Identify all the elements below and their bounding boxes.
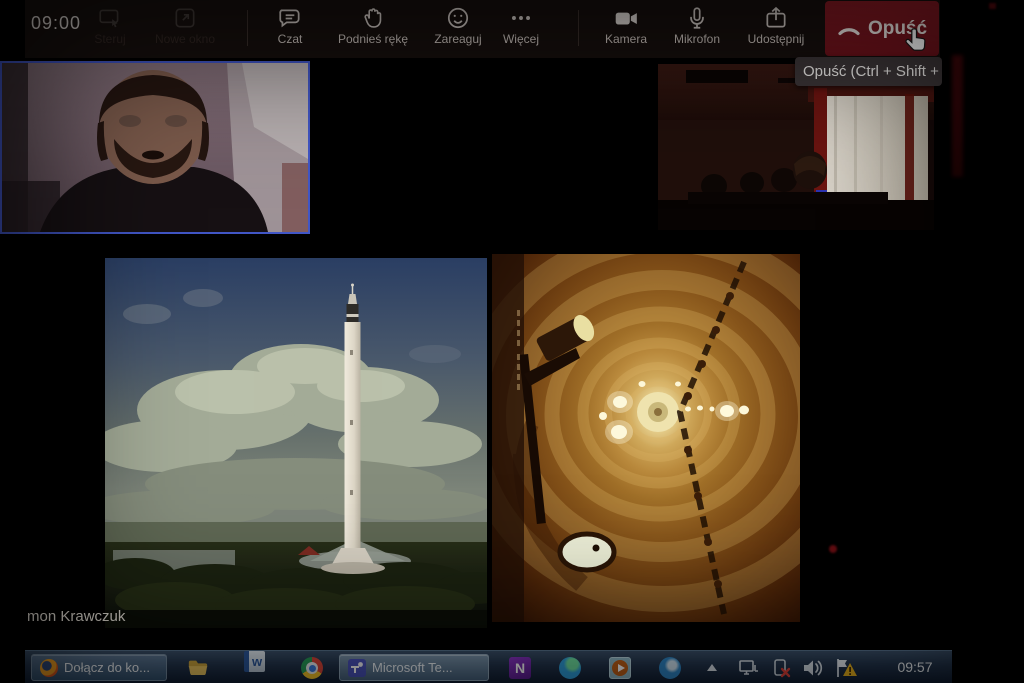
file-explorer-icon[interactable]	[187, 657, 209, 679]
media-player-icon[interactable]	[609, 657, 631, 679]
pop-out-window-icon	[172, 5, 198, 31]
presenter-name-label: mon Krawczuk	[27, 608, 125, 625]
taskbar-clock[interactable]: 09:57	[880, 659, 950, 675]
taskbar-button-teams[interactable]: Microsoft Te...	[339, 654, 489, 681]
share-screen-icon	[763, 5, 789, 31]
take-control-button[interactable]: Steruj	[78, 3, 142, 55]
shared-screen-content: mon Krawczuk	[25, 236, 940, 636]
red-reflection-streak	[952, 55, 963, 177]
microphone-icon	[684, 5, 710, 31]
leave-tooltip: Opuść (Ctrl + Shift +	[795, 57, 942, 86]
toolbar-separator	[247, 10, 248, 46]
new-window-button[interactable]: Nowe okno	[140, 3, 230, 55]
chrome-icon[interactable]	[301, 657, 323, 679]
taskbar: Dołącz do ko... w Microsoft Te... N	[25, 650, 952, 683]
taskbar-button-firefox-join[interactable]: Dołącz do ko...	[31, 654, 167, 681]
chrome-icon-center	[309, 665, 316, 672]
participant-video-room[interactable]	[658, 64, 934, 230]
onenote-icon[interactable]: N	[509, 657, 531, 679]
chat-button[interactable]: Czat	[250, 3, 330, 55]
smiley-icon	[445, 5, 471, 31]
participant-video-speaker[interactable]	[0, 61, 310, 234]
taskbar-button-label: Dołącz do ko...	[64, 660, 150, 675]
share-button[interactable]: Udostępnij	[731, 3, 821, 55]
taskbar-button-label: Microsoft Te...	[372, 660, 453, 675]
ellipsis-icon	[508, 5, 534, 31]
toolbar-separator	[578, 10, 579, 46]
browser-swirl-icon[interactable]	[659, 657, 681, 679]
speaker-video-frame	[2, 63, 308, 232]
mouse-cursor	[901, 27, 931, 59]
tray-network-icon[interactable]	[737, 657, 761, 679]
firefox-icon	[40, 659, 58, 677]
camera-button[interactable]: Kamera	[591, 3, 661, 55]
edge-icon[interactable]	[559, 657, 581, 679]
slide-image-drop-tower	[105, 258, 487, 628]
meeting-timer: 09:00	[31, 13, 81, 34]
teams-icon	[348, 659, 366, 677]
microphone-button[interactable]: Mikrofon	[657, 3, 737, 55]
room-video-frame	[658, 64, 934, 230]
tray-volume-icon[interactable]	[801, 657, 825, 679]
slide-image-drop-tube-interior	[492, 254, 800, 622]
meeting-toolbar: 09:00 Steruj Nowe okno Czat	[25, 0, 940, 58]
more-button[interactable]: Więcej	[486, 3, 556, 55]
raise-hand-button[interactable]: Podnieś rękę	[328, 3, 418, 55]
chat-icon	[277, 5, 303, 31]
red-indicator-dot	[829, 545, 837, 553]
tray-hidden-icons-arrow[interactable]	[707, 664, 717, 671]
tray-action-center-flag-icon[interactable]	[833, 657, 857, 679]
red-reflection-dot	[989, 3, 996, 9]
hang-up-icon	[837, 21, 861, 37]
raise-hand-icon	[360, 5, 386, 31]
tray-device-error-icon[interactable]	[769, 657, 793, 679]
word-icon[interactable]: w	[244, 651, 265, 672]
screen-control-icon	[97, 5, 123, 31]
camera-icon	[613, 5, 639, 31]
